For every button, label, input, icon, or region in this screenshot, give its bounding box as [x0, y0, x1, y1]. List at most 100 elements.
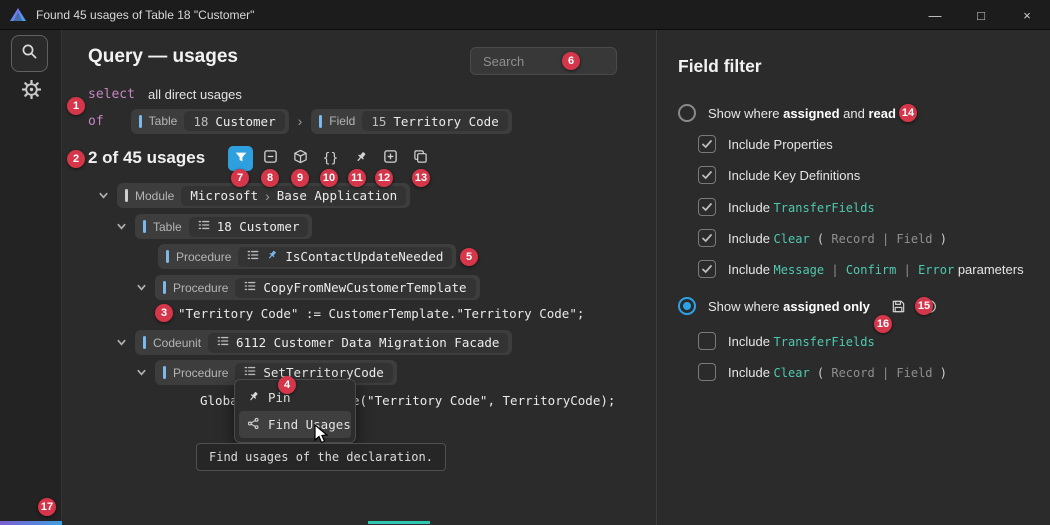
app-logo-icon — [10, 8, 26, 21]
tree-node-codeunit[interactable]: Codeunit 6112 Customer Data Migration Fa… — [135, 330, 512, 355]
module-name-1: Microsoft — [190, 188, 258, 203]
table-name: 18 Customer — [217, 219, 300, 234]
radio-assigned-and-read[interactable] — [678, 104, 696, 122]
usage-code-line-2-left[interactable]: Globa — [200, 390, 238, 410]
search-icon — [21, 43, 38, 65]
tree-node-procedure-2[interactable]: Procedure CopyFromNewCustomerTemplate — [155, 275, 480, 300]
pin-icon — [354, 150, 368, 168]
table-kind-label: Table — [153, 220, 182, 234]
module-kind-label: Module — [135, 189, 174, 203]
crumb-table-id: 18 — [193, 114, 208, 129]
annotation-badge: 2 — [67, 150, 85, 168]
sidebar-accent-bar — [0, 521, 62, 525]
checkbox-clear[interactable] — [698, 229, 716, 247]
filter-button[interactable] — [228, 146, 253, 171]
minus-square-icon — [263, 149, 278, 168]
page-title: Query — usages — [88, 46, 238, 68]
gear-icon — [22, 80, 41, 104]
checkbox-label: Include Clear ( Record | Field ) — [728, 231, 947, 246]
checkbox-label: Include Message | Confirm | Error parame… — [728, 262, 1024, 277]
procedure-kind-label: Procedure — [173, 281, 228, 295]
copy-button[interactable] — [408, 146, 433, 171]
crumb-field-chip[interactable]: Field 15 Territory Code — [311, 109, 511, 134]
checkbox-properties[interactable] — [698, 135, 716, 153]
braces-button[interactable]: {} — [318, 146, 343, 171]
search-input[interactable] — [470, 47, 617, 75]
crumb-field-id: 15 — [371, 114, 386, 129]
checkbox-transferfields[interactable] — [698, 198, 716, 216]
chevron-down-icon[interactable] — [96, 183, 110, 208]
app-window: Found 45 usages of Table 18 "Customer" —… — [0, 0, 1050, 525]
checkbox-row-message-params: Include Message | Confirm | Error parame… — [698, 258, 1024, 280]
menu-item-pin[interactable]: Pin — [239, 384, 351, 411]
close-button[interactable]: × — [1004, 0, 1050, 30]
sidebar-search-button[interactable] — [11, 35, 48, 72]
procedure-2-name: CopyFromNewCustomerTemplate — [263, 280, 466, 295]
titlebar: Found 45 usages of Table 18 "Customer" —… — [0, 0, 1050, 30]
tree-node-procedure-pinned[interactable]: Procedure — [158, 244, 456, 269]
chevron-down-icon[interactable] — [134, 275, 148, 300]
mouse-cursor — [314, 424, 330, 451]
context-menu: Pin Find Usages — [234, 379, 356, 443]
chevron-down-icon[interactable] — [114, 330, 128, 355]
menu-item-find-usages[interactable]: Find Usages — [239, 411, 351, 438]
usage-code-line-2-right[interactable]: e("Territory Code", TerritoryCode); — [352, 390, 615, 410]
checkbox-row-clear: Include Clear ( Record | Field ) — [698, 227, 947, 249]
package-button[interactable] — [288, 146, 313, 171]
chevron-down-icon[interactable] — [134, 360, 148, 385]
query-select-row: select all direct usages — [88, 85, 242, 103]
checkbox-message-params[interactable] — [698, 260, 716, 278]
module-accent-bar — [125, 189, 128, 202]
menu-item-find-usages-label: Find Usages — [268, 417, 351, 432]
sidebar-settings-button[interactable] — [19, 80, 43, 104]
list-icon — [244, 279, 256, 297]
pin-filter-button[interactable] — [348, 146, 373, 171]
crumb-table-label: Table — [149, 114, 178, 128]
crumb-field-label: Field — [329, 114, 355, 128]
maximize-button[interactable]: □ — [958, 0, 1004, 30]
codeunit-kind-label: Codeunit — [153, 336, 201, 350]
usage-count: 2 of 45 usages — [88, 148, 205, 168]
tree-node-table[interactable]: Table 18 Customer — [135, 214, 312, 239]
codeunit-name: 6112 Customer Data Migration Facade — [236, 335, 499, 350]
select-value[interactable]: all direct usages — [148, 87, 242, 102]
module-name-2: Base Application — [277, 188, 397, 203]
expand-button[interactable] — [378, 146, 403, 171]
field-accent-bar — [319, 115, 322, 128]
tree-row-module: Module Microsoft › Base Application — [96, 183, 410, 208]
checkbox-key-definitions[interactable] — [698, 166, 716, 184]
tree-row-table: Table 18 Customer — [114, 214, 312, 239]
checkbox-row-key-definitions: Include Key Definitions — [698, 164, 860, 186]
checkbox-clear-2[interactable] — [698, 363, 716, 381]
checkbox-transferfields-2[interactable] — [698, 332, 716, 350]
annotation-badge: 5 — [460, 248, 478, 266]
checkbox-label: Include Clear ( Record | Field ) — [728, 365, 947, 380]
checkbox-label: Include Properties — [728, 137, 833, 152]
progress-sliver — [368, 521, 430, 524]
panel-divider — [656, 30, 657, 525]
plus-square-icon — [383, 149, 398, 168]
save-icon[interactable] — [891, 299, 906, 314]
filter-option-label: Show where assigned and read — [708, 106, 896, 121]
filter-panel-title: Field filter — [678, 56, 762, 77]
query-of-row: of Table 18 Customer › Field 15 Territor… — [88, 108, 512, 134]
menu-item-pin-label: Pin — [268, 390, 291, 405]
chevron-down-icon[interactable] — [114, 214, 128, 239]
tree-node-module[interactable]: Module Microsoft › Base Application — [117, 183, 410, 208]
radio-assigned-only[interactable] — [678, 297, 696, 315]
annotation-badge: 3 — [155, 304, 173, 322]
procedure-accent-bar — [163, 281, 166, 294]
info-icon[interactable] — [922, 299, 937, 314]
checkbox-label: Include Key Definitions — [728, 168, 860, 183]
usage-code-line-1[interactable]: "Territory Code" := CustomerTemplate."Te… — [178, 303, 584, 323]
tree-row-procedure-1: Procedure — [158, 244, 456, 269]
procedure-3-name: SetTerritoryCode — [263, 365, 383, 380]
pin-icon — [247, 390, 260, 406]
tree-row-procedure-2: Procedure CopyFromNewCustomerTemplate — [134, 275, 480, 300]
pinned-pin-icon — [266, 248, 278, 266]
annotation-badge: 14 — [899, 104, 917, 122]
minimize-button[interactable]: — — [912, 0, 958, 30]
checkbox-label: Include TransferFields — [728, 334, 875, 349]
crumb-table-chip[interactable]: Table 18 Customer — [131, 109, 289, 134]
collapse-button[interactable] — [258, 146, 283, 171]
